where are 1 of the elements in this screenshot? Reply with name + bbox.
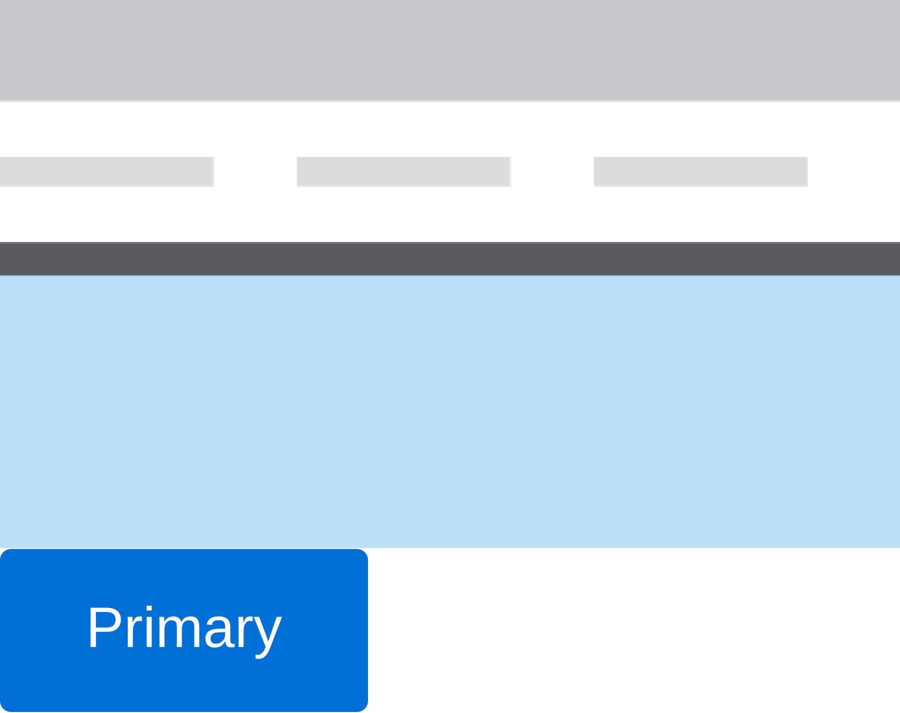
primary-button[interactable]: Primary (0, 549, 368, 712)
